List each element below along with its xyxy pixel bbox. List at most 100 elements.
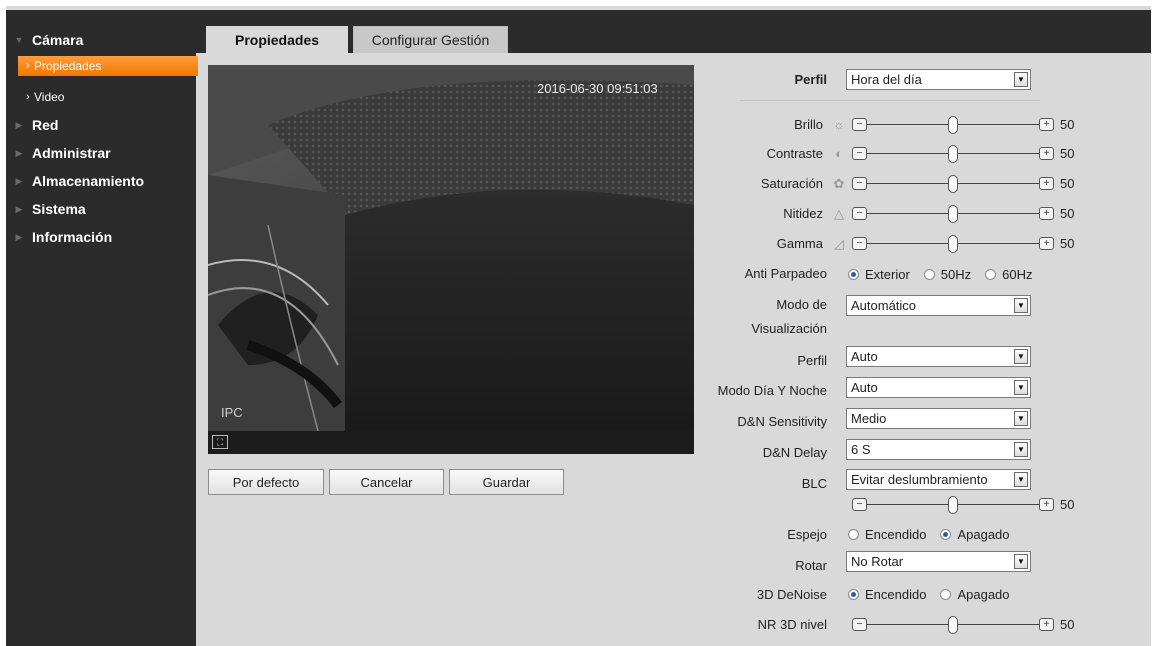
saturation-slider[interactable]: − + [852,175,1054,193]
sidebar-subitem-label: Video [34,90,65,104]
sidebar: ▼ Cámara › Propiedades › Video ▶ Red ▶ A… [6,10,198,646]
dropdown-arrow-icon: ▼ [1014,554,1028,569]
contrast-slider[interactable]: − + [852,145,1054,163]
minus-icon[interactable]: − [852,147,867,160]
minus-icon[interactable]: − [852,498,867,511]
rotate-label: Rotar [795,558,827,573]
video-preview[interactable] [208,65,694,454]
plus-icon[interactable]: + [1039,498,1054,511]
display-mode-select[interactable]: Automático ▼ [846,295,1031,316]
slider-thumb[interactable] [948,145,958,163]
dropdown-arrow-icon: ▼ [1014,380,1028,395]
plus-icon[interactable]: + [1039,207,1054,220]
radio-button[interactable] [848,589,859,600]
rotate-value: No Rotar [851,554,904,569]
profile2-select[interactable]: Auto ▼ [846,346,1031,367]
sidebar-item-red[interactable]: ▶ Red [6,113,196,137]
sidebar-item-sistema[interactable]: ▶ Sistema [6,197,196,221]
radio-label: Encendido [865,527,927,542]
plus-icon[interactable]: + [1039,177,1054,190]
minus-icon[interactable]: − [852,118,867,131]
contrast-value: 50 [1060,146,1075,161]
video-overlay-label: IPC [221,405,243,420]
day-night-select[interactable]: Auto ▼ [846,377,1031,398]
plus-icon[interactable]: + [1039,147,1054,160]
slider-thumb[interactable] [948,205,958,223]
slider-thumb[interactable] [948,616,958,634]
camera-image [208,65,694,454]
slider-thumb[interactable] [948,116,958,134]
minus-icon[interactable]: − [852,618,867,631]
denoise-option-off[interactable]: Apagado [940,587,1010,602]
blc-value: Evitar deslumbramiento [851,472,988,487]
anti-flicker-radio-group: Exterior 50Hz 60Hz [848,267,1047,282]
sidebar-subitem-video[interactable]: › Video [18,87,196,107]
video-toolbar [208,431,694,454]
denoise-option-on[interactable]: Encendido [848,587,926,602]
video-timestamp: 2016-06-30 09:51:03 [537,81,658,96]
dropdown-arrow-icon: ▼ [1014,349,1028,364]
plus-icon[interactable]: + [1039,237,1054,250]
tab-propiedades[interactable]: Propiedades [206,26,348,53]
plus-icon[interactable]: + [1039,618,1054,631]
radio-button[interactable] [848,269,859,280]
dn-delay-select[interactable]: 6 S ▼ [846,439,1031,460]
anti-flicker-option-exterior[interactable]: Exterior [848,267,910,282]
anti-flicker-option-50hz[interactable]: 50Hz [923,267,971,282]
anti-flicker-label: Anti Parpadeo [744,266,827,281]
cancel-button[interactable]: Cancelar [329,469,444,495]
dn-delay-label: D&N Delay [762,445,827,460]
minus-icon[interactable]: − [852,237,867,250]
brightness-slider[interactable]: − + [852,116,1054,134]
radio-button[interactable] [985,269,997,280]
sidebar-item-label: Cámara [32,32,84,48]
radio-button[interactable] [940,589,952,600]
blc-level-slider[interactable]: − + [852,496,1054,514]
radio-button[interactable] [923,269,935,280]
minus-icon[interactable]: − [852,177,867,190]
dn-sensitivity-select[interactable]: Medio ▼ [846,408,1031,429]
slider-thumb[interactable] [948,175,958,193]
anti-flicker-option-60hz[interactable]: 60Hz [985,267,1033,282]
sidebar-item-administrar[interactable]: ▶ Administrar [6,141,196,165]
dropdown-arrow-icon: ▼ [1014,411,1028,426]
dropdown-arrow-icon: ▼ [1014,298,1028,313]
save-button[interactable]: Guardar [449,469,564,495]
sharpness-icon: △ [834,206,844,221]
nr3d-level-slider[interactable]: − + [852,616,1054,634]
rotate-select[interactable]: No Rotar ▼ [846,551,1031,572]
sidebar-item-camara[interactable]: ▼ Cámara [6,28,196,52]
sidebar-item-informacion[interactable]: ▶ Información [6,225,196,249]
slider-thumb[interactable] [948,496,958,514]
radio-button[interactable] [940,529,952,540]
denoise-3d-radio-group: Encendido Apagado [848,587,1024,602]
radio-button[interactable] [848,529,859,540]
sidebar-item-almacenamiento[interactable]: ▶ Almacenamiento [6,169,196,193]
sharpness-value: 50 [1060,206,1075,221]
triangle-right-icon: ▶ [15,231,23,242]
plus-icon[interactable]: + [1039,118,1054,131]
radio-label: Encendido [865,587,927,602]
triangle-right-icon: ▶ [15,203,23,214]
slider-thumb[interactable] [948,235,958,253]
mirror-option-on[interactable]: Encendido [848,527,926,542]
dropdown-arrow-icon: ▼ [1014,72,1028,87]
saturation-label: Saturación [760,176,823,191]
fullscreen-icon[interactable]: ⛶ [212,435,228,449]
minus-icon[interactable]: − [852,207,867,220]
gamma-slider[interactable]: − + [852,235,1054,253]
profile-select[interactable]: Hora del día ▼ [846,69,1031,90]
radio-label: 60Hz [1002,267,1033,282]
default-button[interactable]: Por defecto [208,469,324,495]
sidebar-subitem-propiedades[interactable]: › Propiedades [18,56,198,76]
display-mode-label-line1: Modo de [776,297,827,312]
sidebar-item-label: Administrar [32,145,111,161]
dn-delay-value: 6 S [851,442,871,457]
tab-configurar-gestion[interactable]: Configurar Gestión [353,26,508,53]
radio-label: Apagado [957,527,1010,542]
profile-label: Perfil [794,72,827,87]
mirror-radio-group: Encendido Apagado [848,527,1024,542]
sharpness-slider[interactable]: − + [852,205,1054,223]
mirror-option-off[interactable]: Apagado [940,527,1010,542]
blc-select[interactable]: Evitar deslumbramiento ▼ [846,469,1031,490]
